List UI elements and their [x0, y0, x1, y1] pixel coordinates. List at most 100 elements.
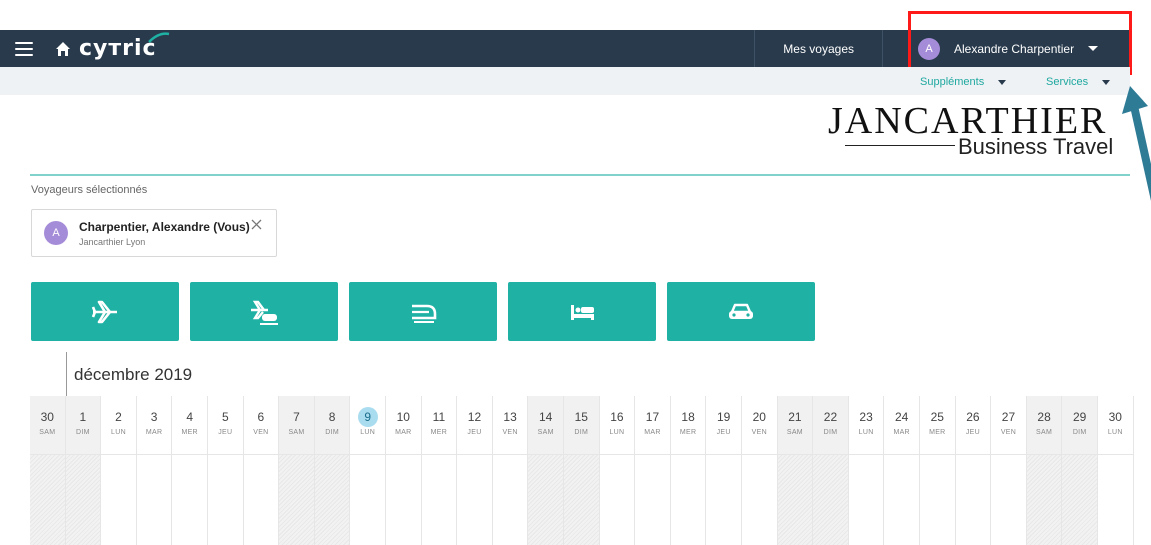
calendar-day-cell[interactable] — [457, 454, 492, 545]
day-name: JEU — [716, 429, 731, 436]
calendar-day-cell[interactable] — [1062, 454, 1097, 545]
traveler-card[interactable]: A Charpentier, Alexandre (Vous) Jancarth… — [31, 209, 277, 257]
calendar-day-cell[interactable] — [314, 454, 350, 545]
calendar-day[interactable]: 10 MAR — [386, 396, 422, 545]
menu-icon[interactable] — [15, 41, 33, 56]
calendar-day-cell[interactable] — [1098, 454, 1133, 545]
calendar-day[interactable]: 16 LUN — [599, 396, 636, 545]
flight-button[interactable] — [31, 282, 179, 341]
calendar-day[interactable]: 1 DIM — [65, 396, 102, 545]
calendar-day-cell[interactable] — [1026, 454, 1062, 545]
calendar-day[interactable]: 13 VEN — [492, 396, 529, 545]
calendar-day-cell[interactable] — [635, 454, 670, 545]
calendar-day[interactable]: 6 VEN — [243, 396, 280, 545]
calendar-day[interactable]: 15 DIM — [564, 396, 600, 545]
calendar-day[interactable]: 29 DIM — [1062, 396, 1098, 545]
calendar-day-header: 17 MAR — [635, 396, 670, 454]
company-brand-logo: JANCARTHIER Business Travel — [828, 99, 1131, 171]
calendar-day[interactable]: 25 MER — [920, 396, 956, 545]
day-name: MAR — [893, 429, 910, 436]
calendar-day[interactable]: 20 VEN — [742, 396, 778, 545]
day-name: DIM — [1072, 429, 1087, 436]
brand-underline — [845, 145, 955, 146]
car-button[interactable] — [667, 282, 815, 341]
annotation-arrow-icon — [1122, 86, 1151, 201]
day-name: VEN — [751, 429, 767, 436]
calendar-day[interactable]: 2 LUN — [101, 396, 137, 545]
calendar-day-header: 13 VEN — [493, 396, 528, 454]
calendar-day[interactable]: 24 MAR — [884, 396, 920, 545]
calendar-day-cell[interactable] — [599, 454, 635, 545]
calendar-day-cell[interactable] — [421, 454, 457, 545]
calendar-day[interactable]: 30 SAM — [30, 396, 66, 545]
close-icon[interactable] — [251, 219, 262, 230]
calendar-day-cell[interactable] — [350, 454, 385, 545]
calendar-day[interactable]: 5 JEU — [208, 396, 244, 545]
day-number: 17 — [645, 410, 660, 424]
day-name: DIM — [823, 429, 838, 436]
calendar-day[interactable]: 14 SAM — [528, 396, 564, 545]
my-trips-link[interactable]: Mes voyages — [754, 30, 882, 67]
calendar-day[interactable]: 17 MAR — [635, 396, 671, 545]
calendar-day-cell[interactable] — [955, 454, 991, 545]
day-name: VEN — [1000, 429, 1017, 436]
day-number: 16 — [610, 410, 624, 424]
calendar-day-cell[interactable] — [279, 454, 314, 545]
calendar-day[interactable]: 9 LUN — [350, 396, 386, 545]
calendar-day[interactable]: 28 SAM — [1026, 396, 1063, 545]
calendar-day-cell[interactable] — [706, 454, 741, 545]
calendar-day-cell[interactable] — [777, 454, 813, 545]
calendar-day-cell[interactable] — [564, 454, 599, 545]
calendar-day-cell[interactable] — [172, 454, 207, 545]
calendar-day[interactable]: 4 MER — [172, 396, 208, 545]
calendar-day[interactable]: 23 LUN — [848, 396, 885, 545]
section-divider — [30, 174, 1130, 176]
day-number: 7 — [293, 410, 300, 424]
day-number: 15 — [574, 410, 588, 424]
calendar-day[interactable]: 12 JEU — [457, 396, 493, 545]
calendar-day-cell[interactable] — [670, 454, 706, 545]
calendar-day[interactable]: 27 VEN — [991, 396, 1027, 545]
calendar-day[interactable]: 11 MER — [421, 396, 458, 545]
day-number: 22 — [823, 410, 838, 424]
calendar-day-cell[interactable] — [136, 454, 172, 545]
user-menu[interactable]: A Alexandre Charpentier — [882, 30, 1130, 67]
calendar-day[interactable]: 7 SAM — [279, 396, 315, 545]
hotel-button[interactable] — [508, 282, 656, 341]
calendar-day[interactable]: 19 JEU — [706, 396, 742, 545]
day-name: SAM — [786, 429, 803, 436]
day-number: 19 — [717, 410, 731, 424]
calendar-day[interactable]: 30 LUN — [1098, 396, 1134, 545]
services-menu[interactable]: Services — [1046, 76, 1111, 88]
calendar-day-header: 7 SAM — [279, 396, 314, 454]
supplements-menu[interactable]: Suppléments — [920, 76, 1007, 88]
traveler-avatar: A — [44, 221, 68, 245]
calendar-day-header: 26 JEU — [956, 396, 991, 454]
cytric-logo[interactable]: cyтric — [79, 32, 169, 61]
calendar-day-cell[interactable] — [884, 454, 919, 545]
calendar-day-cell[interactable] — [492, 454, 528, 545]
calendar-day-cell[interactable] — [65, 454, 101, 545]
calendar-day-cell[interactable] — [243, 454, 279, 545]
calendar-day-cell[interactable] — [528, 454, 563, 545]
calendar-day[interactable]: 3 MAR — [136, 396, 173, 545]
day-name: DIM — [325, 429, 339, 436]
calendar-day-cell[interactable] — [920, 454, 955, 545]
calendar-day[interactable]: 26 JEU — [955, 396, 992, 545]
train-button[interactable] — [349, 282, 497, 341]
calendar-day[interactable]: 21 SAM — [777, 396, 814, 545]
flight-train-icon — [251, 300, 278, 325]
calendar-day[interactable]: 22 DIM — [813, 396, 849, 545]
calendar-day-cell[interactable] — [101, 454, 136, 545]
calendar-day-cell[interactable] — [742, 454, 777, 545]
calendar-day-cell[interactable] — [991, 454, 1026, 545]
calendar-day-cell[interactable] — [30, 454, 65, 545]
calendar-day-cell[interactable] — [208, 454, 243, 545]
calendar-day[interactable]: 18 MER — [670, 396, 707, 545]
calendar-day-cell[interactable] — [386, 454, 421, 545]
calendar-day[interactable]: 8 DIM — [314, 396, 351, 545]
calendar-day-cell[interactable] — [813, 454, 848, 545]
flight-train-button[interactable] — [190, 282, 338, 341]
calendar-day-cell[interactable] — [848, 454, 884, 545]
home-icon[interactable] — [55, 41, 71, 57]
